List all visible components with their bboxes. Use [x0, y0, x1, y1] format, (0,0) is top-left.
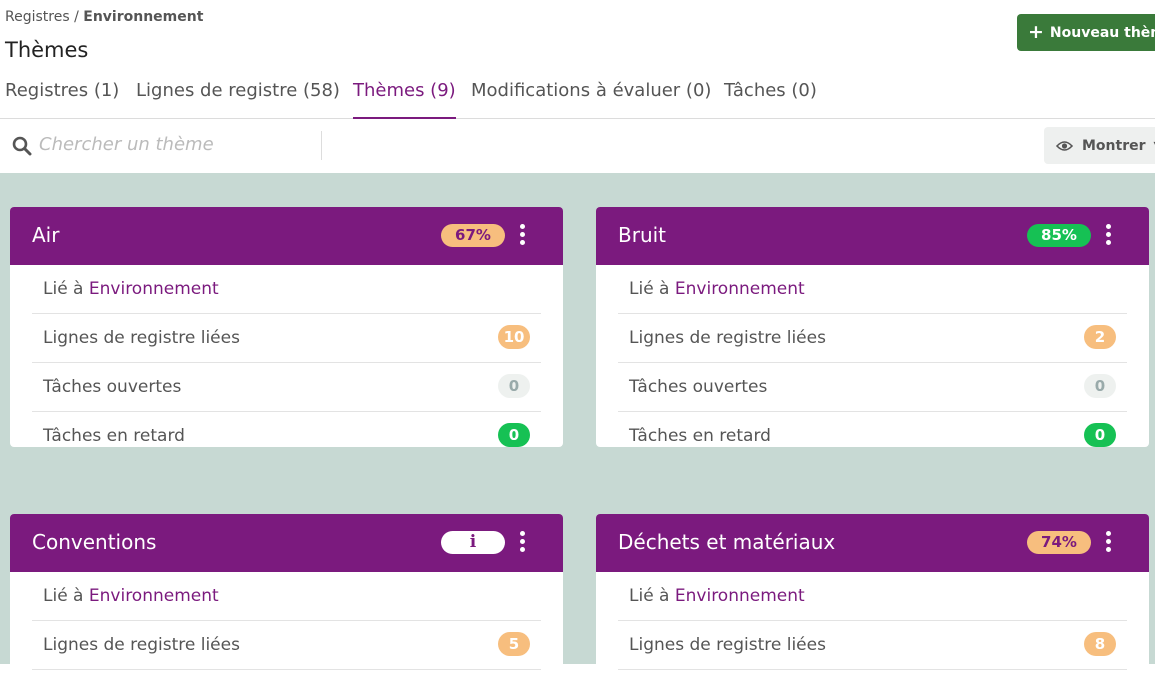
register-lines-label: Lignes de registre liées [629, 328, 826, 348]
linked-link[interactable]: Environnement [675, 586, 805, 606]
register-lines-label: Lignes de registre liées [43, 635, 240, 655]
completion-badge: 74% [1027, 531, 1091, 554]
tab-modifications[interactable]: Modifications à évaluer (0) [471, 77, 711, 117]
tab-themes[interactable]: Thèmes (9) [353, 77, 456, 119]
register-lines-count: 2 [1084, 325, 1116, 349]
open-tasks-count: 0 [498, 374, 530, 398]
linked-row: Lié à Environnement [32, 265, 541, 314]
linked-row: Lié à Environnement [618, 265, 1127, 314]
new-theme-button[interactable]: + Nouveau thème [1017, 14, 1155, 51]
linked-row: Lié à Environnement [32, 572, 541, 621]
eye-icon [1056, 140, 1073, 152]
theme-card-conventions[interactable]: Conventions i Lié à Environnement Lignes… [10, 514, 563, 674]
show-button-label: Montrer [1082, 137, 1146, 154]
breadcrumb-current: Environnement [83, 9, 204, 25]
search-icon [12, 136, 32, 160]
late-tasks-label: Tâches en retard [629, 426, 771, 446]
more-options-icon[interactable] [520, 224, 526, 246]
linked-row: Lié à Environnement [618, 572, 1127, 621]
register-lines-count: 10 [498, 325, 530, 349]
linked-link[interactable]: Environnement [89, 279, 219, 299]
register-lines-row: Lignes de registre liées 10 [32, 314, 541, 363]
more-options-icon[interactable] [1106, 531, 1112, 553]
late-tasks-row: Tâches en retard 0 [618, 412, 1127, 447]
card-title: Conventions [32, 530, 157, 554]
late-tasks-count: 0 [1084, 423, 1116, 447]
completion-badge: 85% [1027, 224, 1091, 247]
open-tasks-label: Tâches ouvertes [629, 377, 768, 397]
theme-card-air[interactable]: Air 67% Lié à Environnement Lignes de re… [10, 207, 563, 447]
info-badge: i [441, 531, 505, 554]
search-divider [321, 131, 322, 160]
more-options-icon[interactable] [520, 531, 526, 553]
register-lines-row: Lignes de registre liées 5 [32, 621, 541, 670]
register-lines-label: Lignes de registre liées [43, 328, 240, 348]
card-title: Déchets et matériaux [618, 530, 836, 554]
breadcrumb: Registres / Environnement [5, 9, 203, 25]
tab-registres[interactable]: Registres (1) [5, 77, 119, 117]
late-tasks-label: Tâches en retard [43, 426, 185, 446]
card-header: Déchets et matériaux 74% [596, 514, 1149, 572]
page-title: Thèmes [5, 38, 89, 62]
open-tasks-row: Tâches ouvertes 0 [32, 363, 541, 412]
theme-card-dechets[interactable]: Déchets et matériaux 74% Lié à Environne… [596, 514, 1149, 674]
plus-icon: + [1028, 21, 1044, 43]
card-header: Conventions i [10, 514, 563, 572]
info-icon: i [469, 532, 477, 552]
tab-bar: Registres (1) Lignes de registre (58) Th… [0, 77, 1155, 119]
card-header: Bruit 85% [596, 207, 1149, 265]
register-lines-count: 8 [1084, 632, 1116, 656]
new-theme-button-label: Nouveau thème [1049, 24, 1155, 41]
completion-badge: 67% [441, 224, 505, 247]
linked-label: Lié à [43, 586, 89, 606]
register-lines-count: 5 [498, 632, 530, 656]
register-lines-row: Lignes de registre liées 8 [618, 621, 1127, 670]
breadcrumb-parent[interactable]: Registres [5, 9, 70, 25]
theme-card-bruit[interactable]: Bruit 85% Lié à Environnement Lignes de … [596, 207, 1149, 447]
more-options-icon[interactable] [1106, 224, 1112, 246]
linked-link[interactable]: Environnement [89, 586, 219, 606]
themes-grid: Air 67% Lié à Environnement Lignes de re… [0, 173, 1155, 674]
linked-label: Lié à [629, 586, 675, 606]
late-tasks-count: 0 [498, 423, 530, 447]
card-header: Air 67% [10, 207, 563, 265]
tab-lignes-de-registre[interactable]: Lignes de registre (58) [136, 77, 340, 117]
search-input[interactable]: Chercher un thème [39, 134, 214, 155]
show-dropdown-button[interactable]: Montrer ▼ [1044, 127, 1155, 164]
tab-taches[interactable]: Tâches (0) [724, 77, 817, 117]
card-title: Air [32, 223, 60, 247]
linked-label: Lié à [43, 279, 89, 299]
late-tasks-row: Tâches en retard 0 [32, 412, 541, 447]
register-lines-label: Lignes de registre liées [629, 635, 826, 655]
linked-label: Lié à [629, 279, 675, 299]
breadcrumb-separator: / [69, 9, 84, 25]
card-title: Bruit [618, 223, 667, 247]
page-header: Registres / Environnement Thèmes + Nouve… [0, 0, 1155, 173]
register-lines-row: Lignes de registre liées 2 [618, 314, 1127, 363]
open-tasks-label: Tâches ouvertes [43, 377, 182, 397]
open-tasks-row: Tâches ouvertes 0 [618, 363, 1127, 412]
linked-link[interactable]: Environnement [675, 279, 805, 299]
open-tasks-count: 0 [1084, 374, 1116, 398]
